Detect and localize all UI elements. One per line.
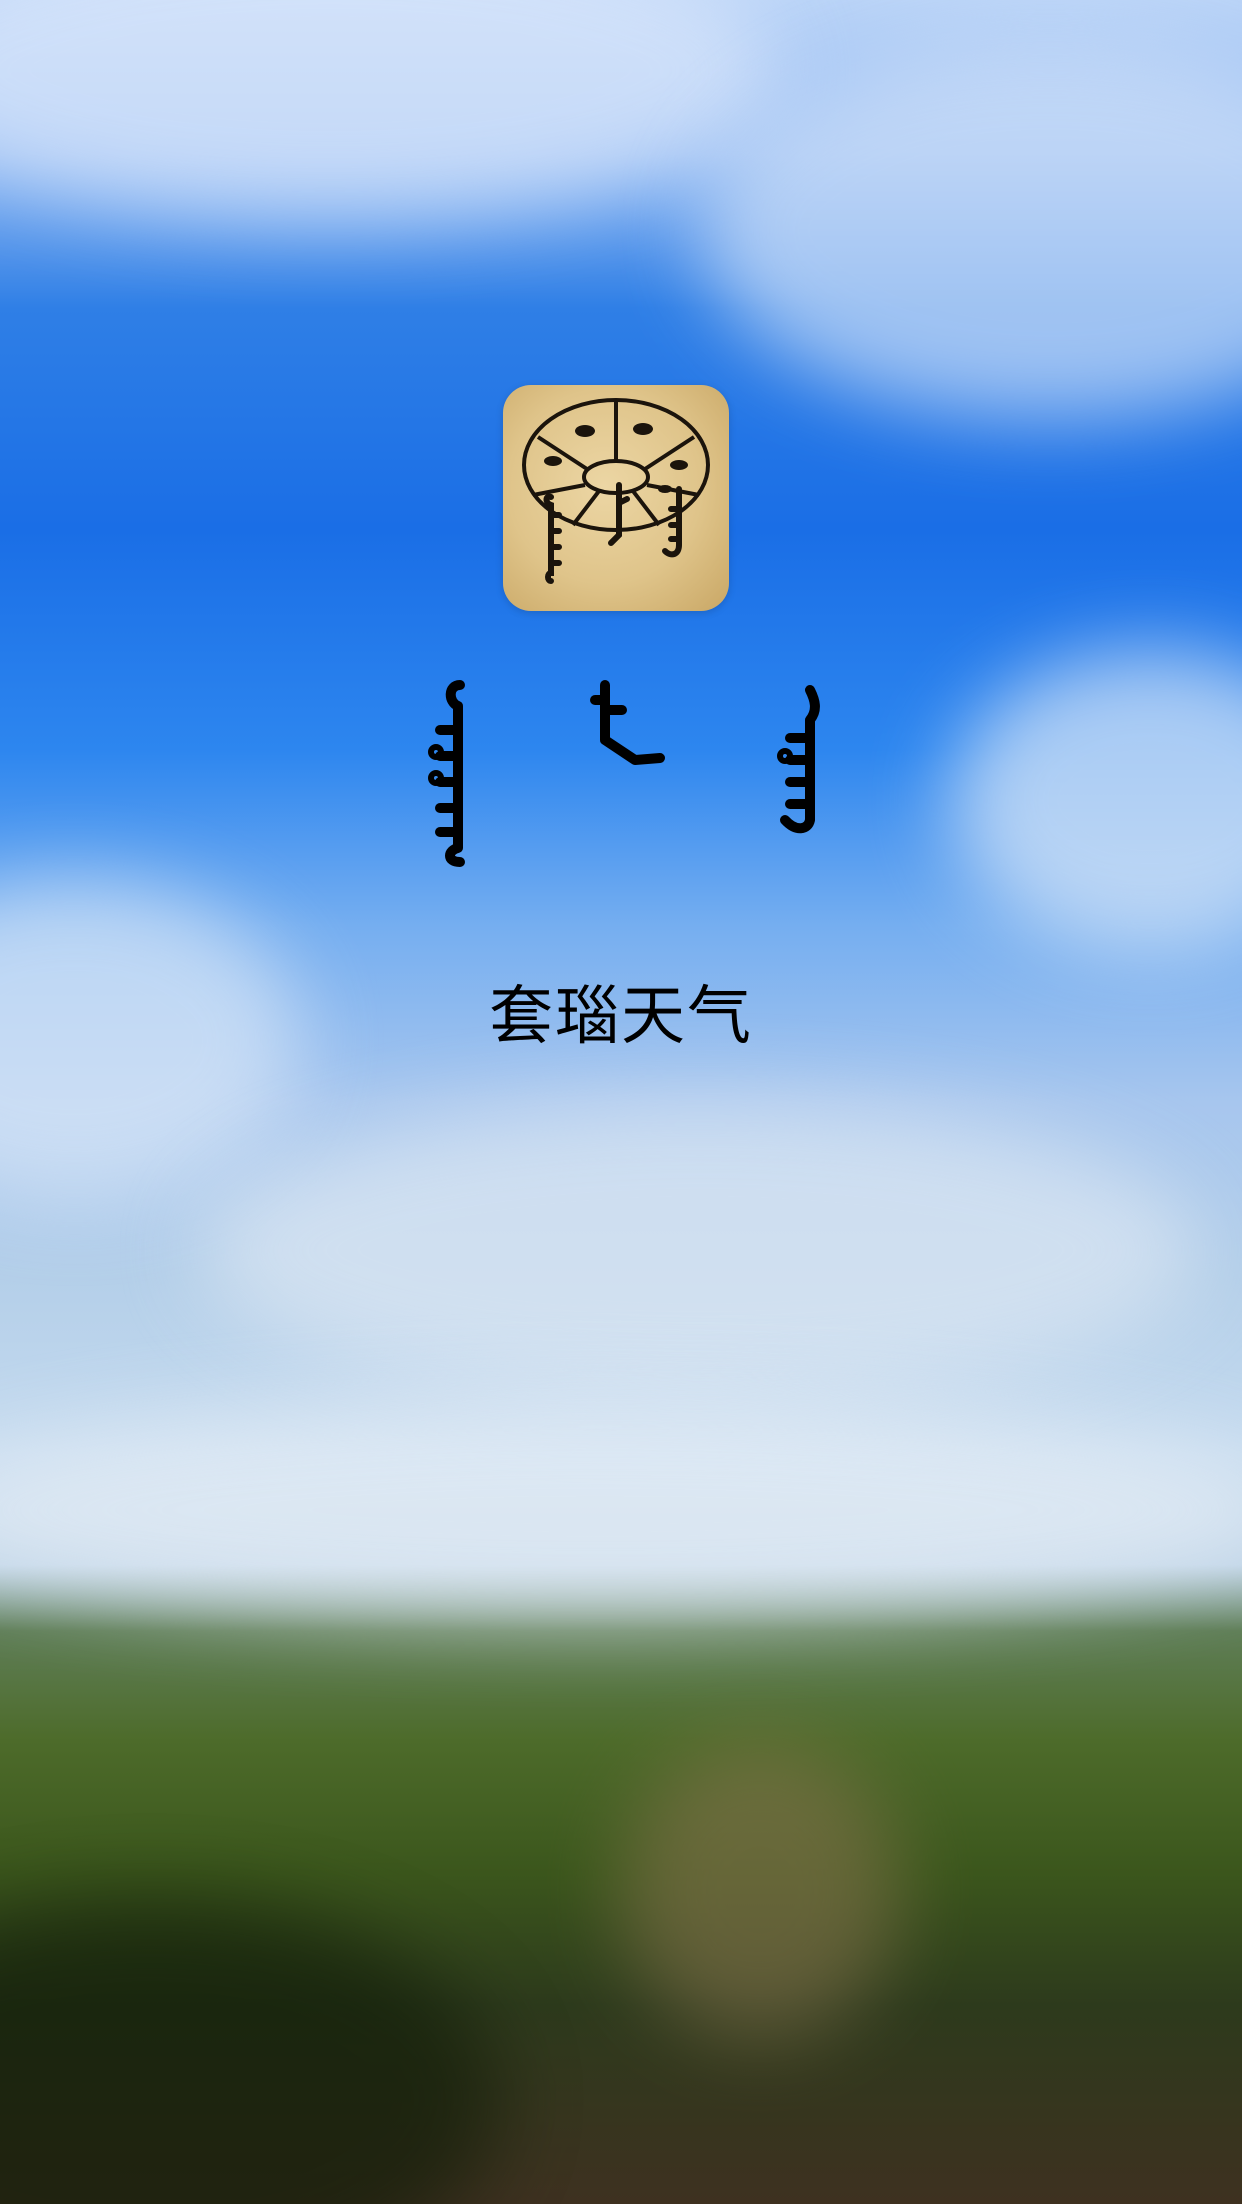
app-title-chinese: 套瑙天气 (489, 980, 753, 1054)
app-title-mongolian (428, 680, 820, 867)
app-icon (503, 385, 729, 611)
weather-wheel-icon (522, 398, 710, 584)
splash-screen: 套瑙天气 (0, 0, 1242, 2204)
